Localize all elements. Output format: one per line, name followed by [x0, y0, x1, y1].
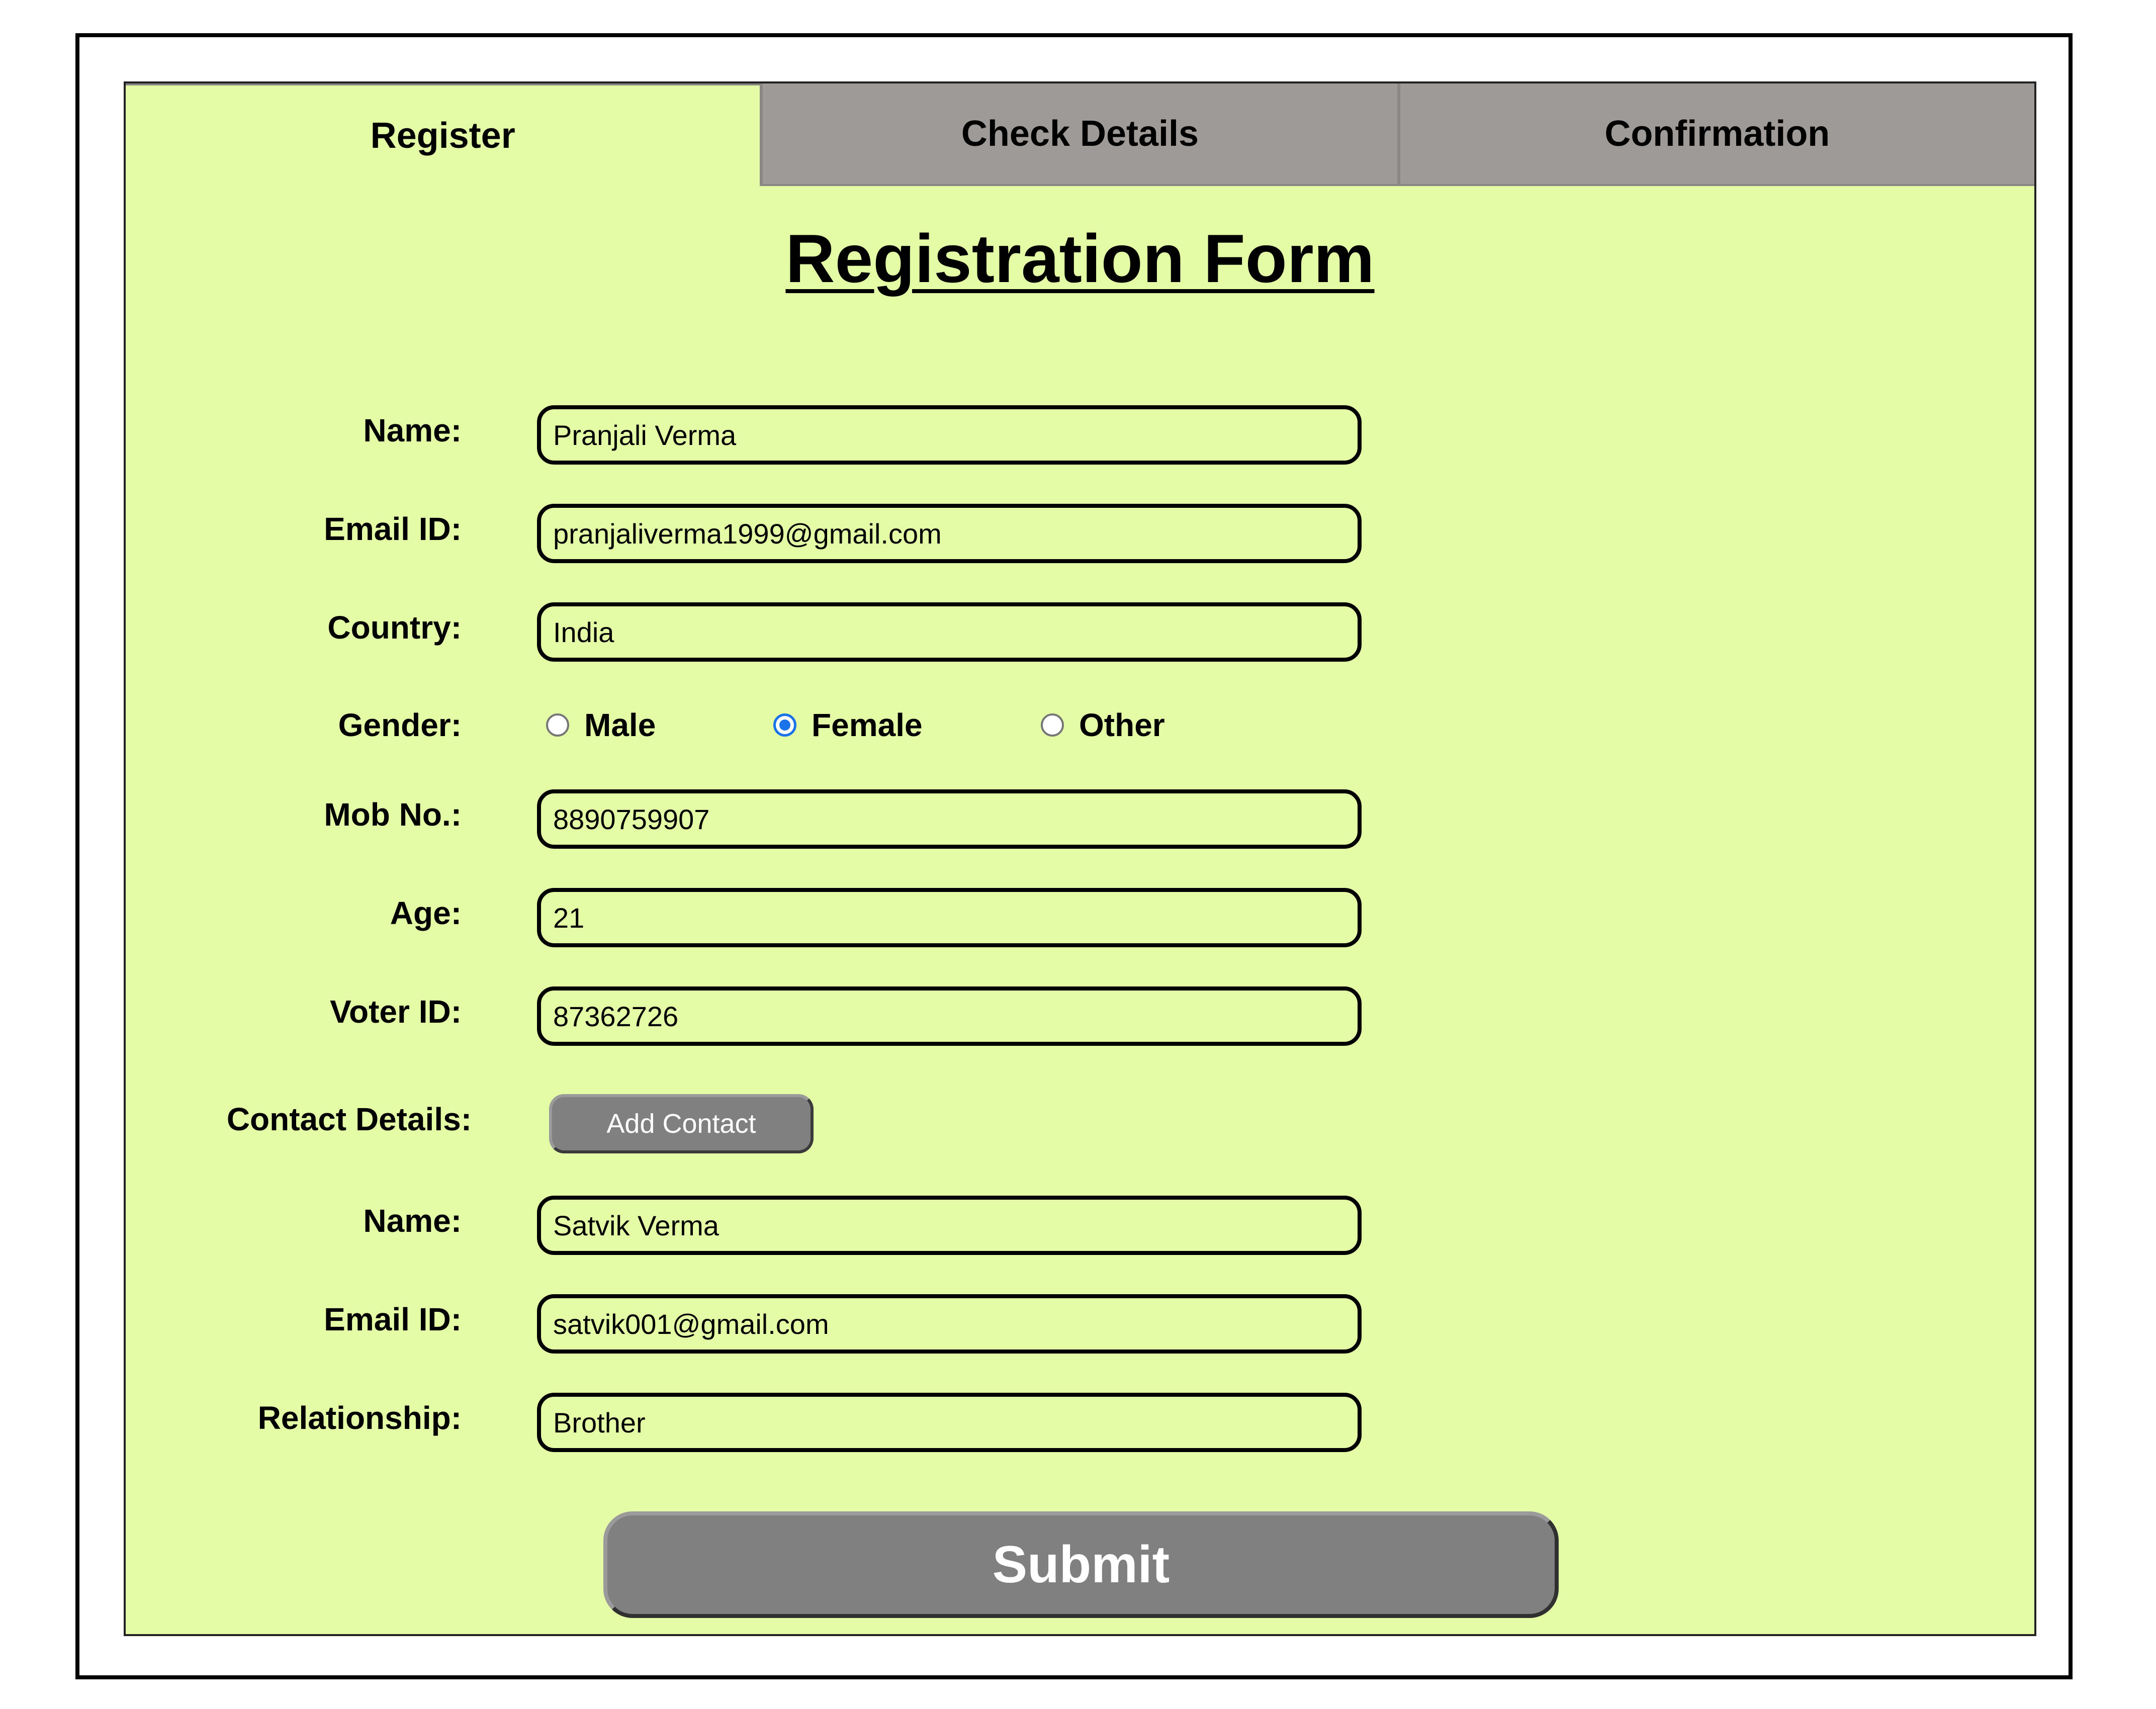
mobile-row: Mob No.:: [126, 789, 2034, 850]
registration-panel: Register Check Details Confirmation Regi…: [124, 81, 2036, 1636]
tab-bar: Register Check Details Confirmation: [126, 83, 2034, 186]
mobile-label: Mob No.:: [324, 796, 462, 833]
country-input[interactable]: [537, 602, 1362, 662]
email-row: Email ID:: [126, 504, 2034, 564]
mobile-input[interactable]: [537, 789, 1362, 849]
gender-option-other[interactable]: Other: [1041, 705, 1165, 745]
name-row: Name:: [126, 405, 2034, 466]
age-row: Age:: [126, 888, 2034, 948]
gender-radio-group: Male Female Other: [546, 700, 1451, 760]
outer-frame: Register Check Details Confirmation Regi…: [75, 33, 2073, 1679]
radio-other-label: Other: [1079, 707, 1165, 743]
gender-option-female[interactable]: Female: [773, 705, 923, 745]
radio-male-label: Male: [584, 707, 656, 743]
tab-confirmation[interactable]: Confirmation: [1397, 83, 2034, 186]
email-input[interactable]: [537, 504, 1362, 563]
radio-other[interactable]: [1041, 713, 1064, 737]
gender-option-male[interactable]: Male: [546, 705, 656, 745]
contact-email-row: Email ID:: [126, 1294, 2034, 1355]
age-label: Age:: [390, 895, 462, 931]
voter-id-label: Voter ID:: [330, 994, 462, 1030]
contact-email-label: Email ID:: [324, 1301, 462, 1337]
tab-register[interactable]: Register: [126, 83, 760, 186]
radio-female[interactable]: [773, 713, 796, 737]
gender-label: Gender:: [338, 707, 462, 743]
name-label: Name:: [363, 412, 462, 448]
voter-id-row: Voter ID:: [126, 986, 2034, 1047]
contact-details-label: Contact Details:: [226, 1101, 472, 1137]
submit-button[interactable]: Submit: [603, 1511, 1559, 1618]
page-title: Registration Form: [785, 220, 1375, 297]
contact-name-label: Name:: [363, 1203, 462, 1239]
age-input[interactable]: [537, 888, 1362, 947]
contact-name-row: Name:: [126, 1196, 2034, 1256]
radio-female-label: Female: [812, 707, 923, 743]
voter-id-input[interactable]: [537, 986, 1362, 1046]
relationship-input[interactable]: [537, 1393, 1362, 1452]
relationship-row: Relationship:: [126, 1393, 2034, 1453]
country-row: Country:: [126, 602, 2034, 663]
contact-name-input[interactable]: [537, 1196, 1362, 1255]
name-input[interactable]: [537, 405, 1362, 465]
country-label: Country:: [327, 609, 462, 646]
email-label: Email ID:: [324, 511, 462, 547]
tab-check-details[interactable]: Check Details: [760, 83, 1397, 186]
gender-row: Gender: Male Female Other: [126, 700, 2034, 760]
relationship-label: Relationship:: [257, 1400, 462, 1436]
contact-email-input[interactable]: [537, 1294, 1362, 1354]
add-contact-button[interactable]: Add Contact: [549, 1094, 814, 1153]
radio-male[interactable]: [546, 713, 569, 737]
contact-details-row: Contact Details: Add Contact: [126, 1094, 2034, 1154]
